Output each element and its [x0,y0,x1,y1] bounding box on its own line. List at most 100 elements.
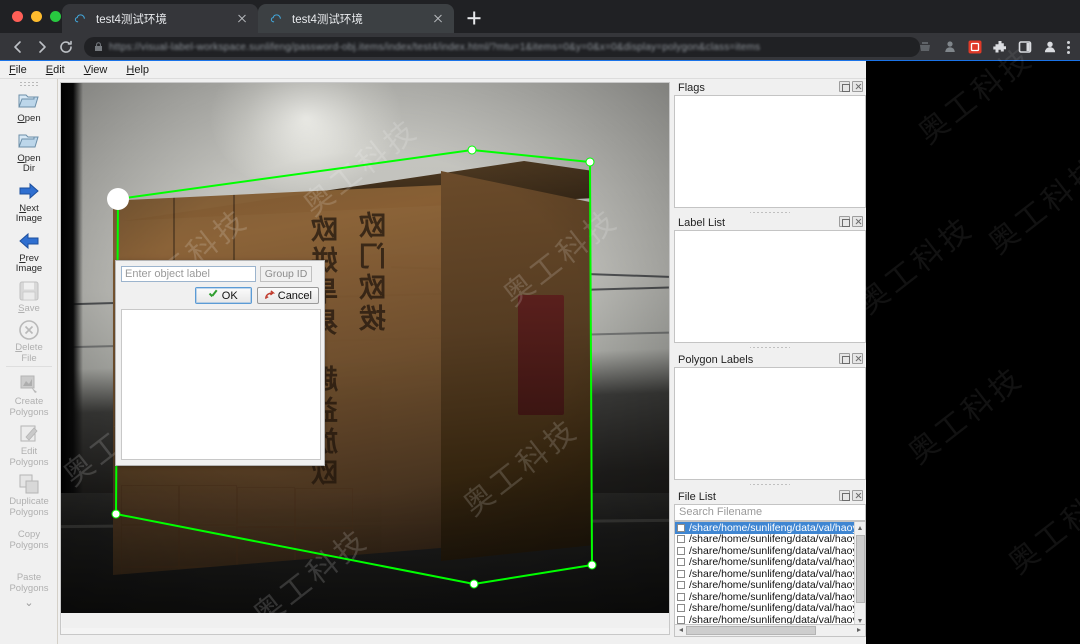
panel-resize-grip[interactable] [750,344,790,350]
toolbar-label: Open Dir [17,152,41,174]
extension-puzzle-icon[interactable] [992,39,1008,55]
file-checkbox[interactable] [677,523,685,532]
file-checkbox[interactable] [677,604,685,613]
file-list-item[interactable]: /share/home/sunlifeng/data/val/haoy [675,522,858,534]
canvas-horizontal-scrollbar[interactable] [62,613,669,628]
label-dialog[interactable]: Enter object label Group ID OK Cancel [115,260,325,466]
toolbar-prev-image-button[interactable]: Prev Image [0,227,57,275]
polygon-vertex[interactable] [587,560,597,570]
file-checkbox[interactable] [677,581,685,590]
close-window-button[interactable] [12,11,23,22]
tab-close-icon[interactable] [430,11,446,27]
object-label-input[interactable]: Enter object label [121,266,256,282]
toolbar-create-polygons-button[interactable]: Create Polygons [0,370,57,418]
extension-red-icon[interactable] [967,39,983,55]
polygon-labels-list[interactable] [674,367,866,480]
file-checkbox[interactable] [677,546,685,555]
toolbar-label: Edit Polygons [9,446,49,468]
file-list-item[interactable]: /share/home/sunlifeng/data/val/haoy [675,579,858,591]
side-panel-icon[interactable] [1017,39,1033,55]
file-checkbox[interactable] [677,558,685,567]
float-panel-icon[interactable] [839,490,850,501]
cancel-button[interactable]: Cancel [256,287,319,304]
tab-close-icon[interactable] [234,11,250,27]
file-list-horizontal-scrollbar[interactable] [674,625,866,637]
polygon-vertex[interactable] [111,509,121,519]
flags-list[interactable] [674,95,866,208]
reload-icon[interactable] [58,39,74,55]
watermark: 奥工科技 [851,210,981,322]
file-checkbox[interactable] [677,615,685,624]
menu-help[interactable]: Help [123,63,152,77]
maximize-window-button[interactable] [50,11,61,22]
toolbar-next-image-button[interactable]: Next Image [0,177,57,225]
polygon-vertex[interactable] [467,145,477,155]
toolbar-drag-handle[interactable] [19,81,39,86]
browser-tab-1[interactable]: test4测试环境 [62,4,258,33]
scroll-right-arrow-icon[interactable] [854,626,865,636]
file-list-item[interactable]: /share/home/sunlifeng/data/val/haoy [675,590,858,603]
file-list-item[interactable]: /share/home/sunlifeng/data/val/haoy [675,556,858,568]
kebab-menu-icon[interactable] [1067,39,1071,55]
scroll-down-arrow-icon[interactable] [855,615,865,624]
search-filename-input[interactable]: Search Filename [674,504,866,521]
browser-tab-2[interactable]: test4测试环境 [258,4,454,33]
panel-resize-grip[interactable] [750,481,790,487]
polygon-labels-panel-header: Polygon Labels [674,352,866,367]
polygon-vertex[interactable] [469,579,479,589]
close-panel-icon[interactable] [852,81,863,92]
float-panel-icon[interactable] [839,353,850,364]
scroll-left-arrow-icon[interactable] [675,626,686,636]
toolbar-open-button[interactable]: Open [0,87,57,125]
file-list-item[interactable]: /share/home/sunlifeng/data/val/haoy [675,545,858,557]
scroll-up-arrow-icon[interactable] [855,522,865,533]
flags-panel: Flags [674,80,866,216]
label-list[interactable] [674,230,866,343]
cancel-button-label: Cancel [277,289,312,302]
float-panel-icon[interactable] [839,216,850,227]
file-list[interactable]: /share/home/sunlifeng/data/val/haoy/shar… [674,521,866,625]
toolbar-copy-polygons-button[interactable]: Copy Polygons [0,528,57,551]
menu-file[interactable]: File [6,63,30,77]
toolbar-duplicate-polygons-button[interactable]: Duplicate Polygons [0,470,57,518]
close-panel-icon[interactable] [852,490,863,501]
download-icon[interactable] [917,39,933,55]
toolbar-overflow-button[interactable]: ⌄ [0,596,57,609]
file-list-item[interactable]: /share/home/sunlifeng/data/val/haoy [675,533,858,546]
group-id-input[interactable]: Group ID [260,266,312,282]
toolbar-open-dir-button[interactable]: Open Dir [0,127,57,175]
file-checkbox[interactable] [677,569,685,578]
scrollbar-thumb[interactable] [686,626,816,635]
ok-button[interactable]: OK [194,287,252,304]
minimize-window-button[interactable] [31,11,42,22]
polygon-vertex[interactable] [107,188,129,210]
file-checkbox[interactable] [677,592,685,601]
toolbar-save-button[interactable]: Save [0,277,57,315]
browser-nav-bar: https://visual-label-workspace.sunlifeng… [0,33,1080,61]
scrollbar-thumb[interactable] [856,535,865,603]
file-list-item[interactable]: /share/home/sunlifeng/data/val/haoy [675,602,858,614]
polygon-vertex[interactable] [585,157,595,167]
toolbar-paste-polygons-button[interactable]: Paste Polygons [0,571,57,594]
account-icon[interactable] [1042,39,1058,55]
new-tab-button[interactable] [460,4,488,32]
file-path-label: /share/home/sunlifeng/data/val/haoy [689,533,858,546]
file-path-label: /share/home/sunlifeng/data/val/haoy [689,590,858,603]
profile-avatar-icon[interactable] [942,39,958,55]
file-list-item[interactable]: /share/home/sunlifeng/data/val/haoy [675,568,858,580]
label-suggestion-list[interactable] [121,309,321,460]
file-checkbox[interactable] [677,535,685,544]
close-panel-icon[interactable] [852,353,863,364]
file-list-vertical-scrollbar[interactable] [854,522,865,624]
float-panel-icon[interactable] [839,81,850,92]
toolbar-edit-polygons-button[interactable]: Edit Polygons [0,420,57,468]
address-bar[interactable]: https://visual-label-workspace.sunlifeng… [84,37,920,57]
toolbar-delete-file-button[interactable]: Delete File [0,316,57,364]
menu-view[interactable]: View [81,63,111,77]
forward-arrow-icon[interactable] [34,39,50,55]
close-panel-icon[interactable] [852,216,863,227]
ok-button-label: OK [221,289,238,302]
back-arrow-icon[interactable] [10,39,26,55]
file-list-item[interactable]: /share/home/sunlifeng/data/val/haoy [675,614,858,624]
menu-edit[interactable]: Edit [43,63,68,77]
